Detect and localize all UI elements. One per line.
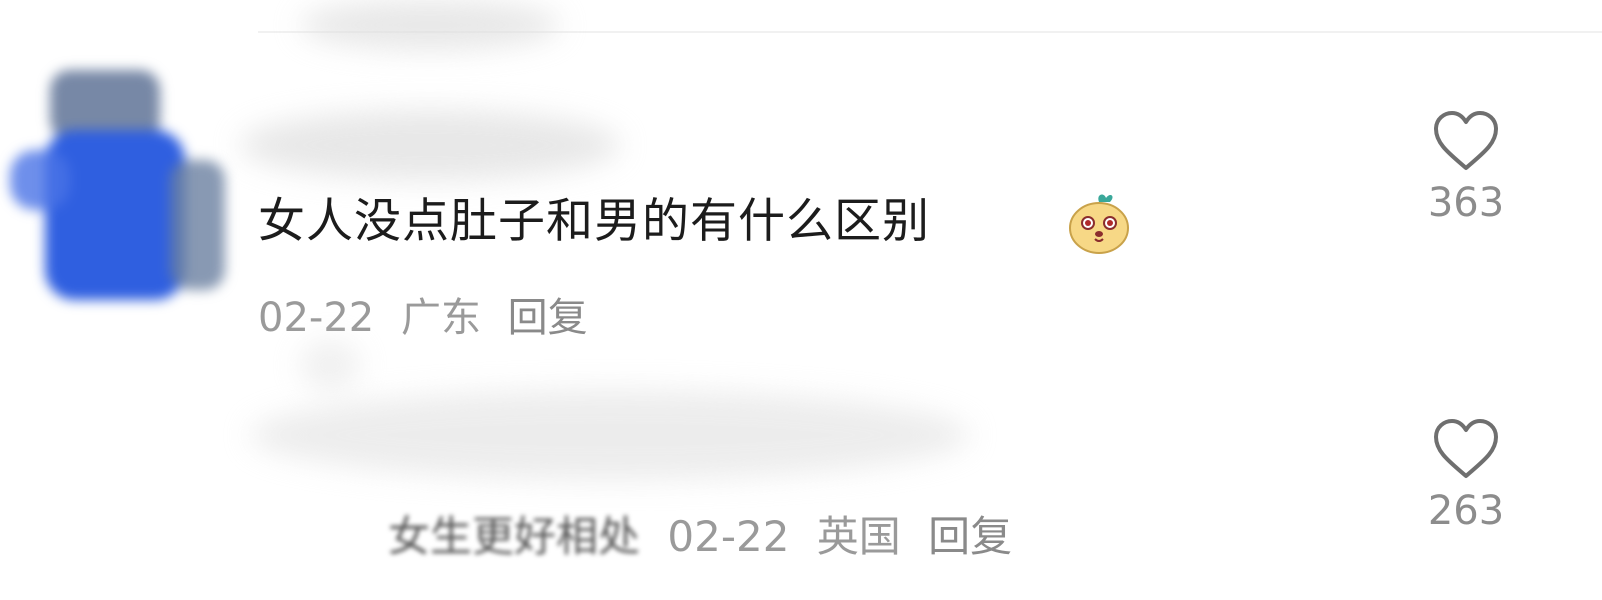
like-count: 363: [1427, 180, 1505, 226]
blurred-username: [240, 110, 620, 180]
comment-date: 02-22: [258, 295, 375, 341]
like-button[interactable]: 363: [1406, 108, 1526, 228]
reply-date: 02-22: [667, 512, 790, 561]
bean-emoji-icon: [1069, 194, 1129, 254]
blurred-username: [300, 0, 560, 50]
heart-outline-icon: [1434, 111, 1498, 170]
blurred-avatar: [300, 340, 360, 390]
blurred-username: [250, 390, 970, 480]
heart-outline-icon: [1434, 419, 1498, 478]
reply-text: 女生更好相处: [388, 512, 641, 561]
comment-text: 女人没点肚子和男的有什么区别: [258, 194, 930, 249]
reply-row: 女生更好相处 02-22 英国 回复: [388, 508, 1012, 566]
comment-location: 广东: [400, 295, 481, 341]
like-count: 263: [1427, 488, 1505, 534]
reply-location: 英国: [816, 512, 901, 561]
reply-button[interactable]: 回复: [508, 295, 588, 341]
reply-button[interactable]: 回复: [928, 512, 1012, 561]
like-button[interactable]: 263: [1406, 416, 1526, 536]
avatar[interactable]: [10, 60, 240, 300]
comment-meta: 02-22 广东 回复: [258, 290, 602, 346]
